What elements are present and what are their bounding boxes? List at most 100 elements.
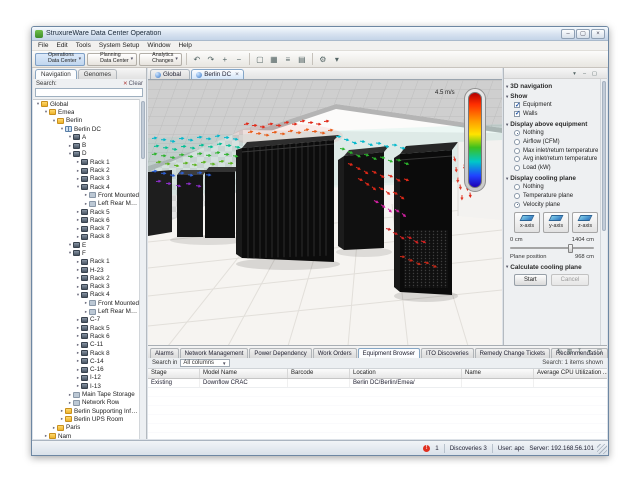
tree-item[interactable]: Front Mounted bbox=[33, 299, 139, 307]
bottom-toolbar-icon[interactable]: ▢ bbox=[595, 347, 604, 356]
toolbar-icon[interactable]: ▤ bbox=[296, 53, 308, 65]
bottom-toolbar-icon[interactable]: ↧ bbox=[575, 347, 584, 356]
tree-item[interactable]: Berlin DC bbox=[33, 125, 139, 133]
toolbar-icon[interactable]: − bbox=[233, 53, 245, 65]
display-above-option[interactable]: Max inlet/return temperature bbox=[506, 146, 598, 155]
menu-item[interactable]: Tools bbox=[72, 42, 95, 49]
tree-item[interactable]: C-11 bbox=[33, 341, 139, 349]
radio-button[interactable] bbox=[514, 184, 520, 190]
checkbox[interactable] bbox=[514, 102, 520, 108]
bottom-tab[interactable]: ITO Discoveries bbox=[421, 348, 474, 358]
section-3d-navigation[interactable]: ▾ 3D navigation bbox=[506, 83, 598, 90]
toolbar-icon[interactable]: ⚙ bbox=[317, 53, 329, 65]
column-header[interactable]: Model Name bbox=[200, 369, 288, 378]
show-option[interactable]: Walls bbox=[506, 110, 598, 119]
bottom-tab[interactable]: Work Orders bbox=[313, 348, 357, 358]
menu-item[interactable]: File bbox=[34, 42, 52, 49]
view-toolbar-icon[interactable]: ▢ bbox=[590, 69, 599, 78]
section-show[interactable]: ▾ Show bbox=[506, 93, 598, 100]
tree-item[interactable]: F bbox=[33, 249, 139, 257]
toolbar-icon[interactable]: ▦ bbox=[268, 53, 280, 65]
section-collapse-icon[interactable]: ▾ bbox=[506, 84, 508, 90]
tree-scrollbar-thumb[interactable] bbox=[141, 101, 145, 159]
bottom-tab[interactable]: Power Dependency bbox=[249, 348, 311, 358]
clear-search-button[interactable]: ✕ Clear bbox=[123, 81, 143, 87]
cancel-button[interactable]: Cancel bbox=[551, 274, 590, 286]
plane-slider-handle[interactable] bbox=[568, 244, 573, 253]
tree-item[interactable]: Left Rear Moun bbox=[33, 307, 139, 315]
menu-item[interactable]: Help bbox=[174, 42, 195, 49]
editor-tab[interactable]: Global bbox=[150, 69, 190, 79]
tree-item[interactable]: C-7 bbox=[33, 316, 139, 324]
columns-dropdown[interactable]: All columns ▼ bbox=[180, 359, 229, 367]
column-header[interactable]: Location bbox=[350, 369, 462, 378]
display-above-option[interactable]: Load (kW) bbox=[506, 164, 598, 173]
tree-item[interactable]: C-16 bbox=[33, 366, 139, 374]
section-collapse-icon[interactable]: ▾ bbox=[506, 176, 508, 182]
section-cooling-plane[interactable]: ▾ Display cooling plane bbox=[506, 175, 598, 182]
tree-item[interactable]: Rack 4 bbox=[33, 183, 139, 191]
window-control-button[interactable]: ▢ bbox=[576, 29, 590, 39]
editor-tab[interactable]: Berlin DC × bbox=[191, 69, 244, 79]
tree-item[interactable]: B bbox=[33, 141, 139, 149]
tree-scrollbar[interactable] bbox=[139, 99, 146, 439]
left-panel-tab[interactable]: Genomes bbox=[78, 69, 117, 79]
window-control-button[interactable]: – bbox=[561, 29, 575, 39]
radio-button[interactable] bbox=[514, 148, 520, 154]
title-bar[interactable]: StruxureWare Data Center Operation – ▢ × bbox=[32, 27, 608, 41]
tree-item[interactable]: I-13 bbox=[33, 382, 139, 390]
bottom-toolbar-icon[interactable]: ▥ bbox=[565, 347, 574, 356]
bottom-tab[interactable]: Equipment Browser bbox=[358, 348, 420, 358]
tree-item[interactable]: Emea bbox=[33, 108, 139, 116]
alarm-icon[interactable]: ! bbox=[423, 445, 430, 452]
menu-item[interactable]: System Setup bbox=[95, 42, 143, 49]
search-input[interactable] bbox=[35, 88, 143, 97]
section-collapse-icon[interactable]: ▾ bbox=[506, 94, 508, 100]
window-control-button[interactable]: × bbox=[591, 29, 605, 39]
tree-item[interactable]: Berlin bbox=[33, 117, 139, 125]
right-panel-scrollbar-thumb[interactable] bbox=[602, 81, 606, 231]
tree-item[interactable]: Rack 1 bbox=[33, 158, 139, 166]
right-panel-scrollbar[interactable] bbox=[600, 79, 607, 345]
view-toolbar-icon[interactable]: – bbox=[580, 69, 589, 78]
bottom-tab[interactable]: Remedy Change Tickets bbox=[475, 348, 550, 358]
column-header[interactable]: Barcode bbox=[288, 369, 350, 378]
tree-item[interactable]: Rack 8 bbox=[33, 349, 139, 357]
checkbox[interactable] bbox=[514, 111, 520, 117]
tree-item[interactable]: Berlin Supporting Infrastru bbox=[33, 407, 139, 415]
tree-item[interactable]: Global bbox=[33, 100, 139, 108]
tree-item[interactable]: Front Mounted bbox=[33, 191, 139, 199]
perspective-button[interactable]: Operations Data Center ▾ bbox=[35, 53, 85, 66]
cooling-plane-option[interactable]: Velocity plane bbox=[506, 200, 598, 209]
display-above-option[interactable]: Airflow (CFM) bbox=[506, 138, 598, 147]
bottom-tab[interactable]: Alarms bbox=[150, 348, 179, 358]
tree-item[interactable]: Rack 8 bbox=[33, 233, 139, 241]
menu-item[interactable]: Window bbox=[143, 42, 174, 49]
tree-item[interactable]: Berlin UPS Room bbox=[33, 415, 139, 423]
radio-button[interactable] bbox=[514, 202, 520, 208]
plane-position-slider[interactable] bbox=[510, 244, 594, 253]
section-collapse-icon[interactable]: ▾ bbox=[506, 122, 508, 128]
section-calculate[interactable]: ▾ Calculate cooling plane bbox=[506, 264, 598, 271]
tree-item[interactable]: Rack 6 bbox=[33, 332, 139, 340]
tree-item[interactable]: Rack 5 bbox=[33, 324, 139, 332]
axis-button[interactable]: z-axis bbox=[572, 212, 598, 233]
column-header[interactable]: Stage bbox=[148, 369, 200, 378]
tree-item[interactable]: E bbox=[33, 241, 139, 249]
tree-item[interactable]: Paris bbox=[33, 424, 139, 432]
start-button[interactable]: Start bbox=[514, 274, 547, 286]
toolbar-icon[interactable]: ↷ bbox=[205, 53, 217, 65]
tree-item[interactable]: Nam bbox=[33, 432, 139, 439]
show-option[interactable]: Equipment bbox=[506, 101, 598, 110]
bottom-tab[interactable]: Network Management bbox=[180, 348, 249, 358]
display-above-option[interactable]: Avg inlet/return temperature bbox=[506, 155, 598, 164]
toolbar-icon[interactable]: ↶ bbox=[191, 53, 203, 65]
menu-item[interactable]: Edit bbox=[52, 42, 71, 49]
cooling-plane-option[interactable]: Temperature plane bbox=[506, 192, 598, 201]
perspective-button[interactable]: Analytics Changes ▾ bbox=[139, 53, 182, 66]
radio-button[interactable] bbox=[514, 130, 520, 136]
view-toolbar-icon[interactable]: ▾ bbox=[570, 69, 579, 78]
tree-item[interactable]: C-14 bbox=[33, 357, 139, 365]
radio-button[interactable] bbox=[514, 139, 520, 145]
tree-item[interactable]: A bbox=[33, 133, 139, 141]
